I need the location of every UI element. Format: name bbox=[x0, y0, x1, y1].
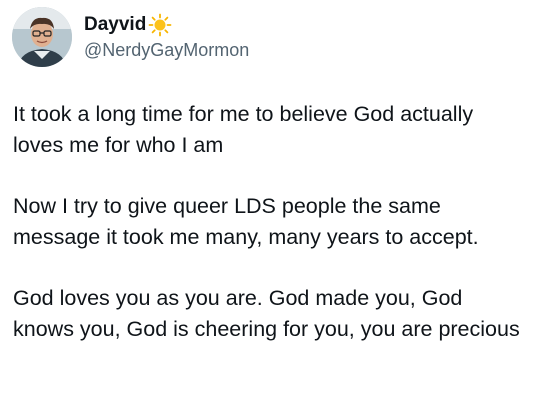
tweet-paragraph: It took a long time for me to believe Go… bbox=[13, 102, 474, 157]
avatar[interactable] bbox=[12, 7, 72, 67]
sun-icon bbox=[148, 13, 172, 37]
author-names: Dayvid @NerdyGayMormon bbox=[84, 13, 249, 61]
display-name-row: Dayvid bbox=[84, 13, 249, 37]
tweet-paragraph: Now I try to give queer LDS people the s… bbox=[13, 194, 479, 249]
tweet-paragraph: God loves you as you are. God made you, … bbox=[13, 286, 520, 341]
display-name[interactable]: Dayvid bbox=[84, 14, 146, 36]
tweet-card: Dayvid @NerdyGayMormon It took a long ti… bbox=[0, 0, 540, 401]
avatar-photo bbox=[12, 7, 72, 67]
tweet-header: Dayvid @NerdyGayMormon bbox=[12, 6, 249, 68]
tweet-text: It took a long time for me to believe Go… bbox=[13, 99, 528, 345]
user-handle[interactable]: @NerdyGayMormon bbox=[84, 40, 249, 61]
